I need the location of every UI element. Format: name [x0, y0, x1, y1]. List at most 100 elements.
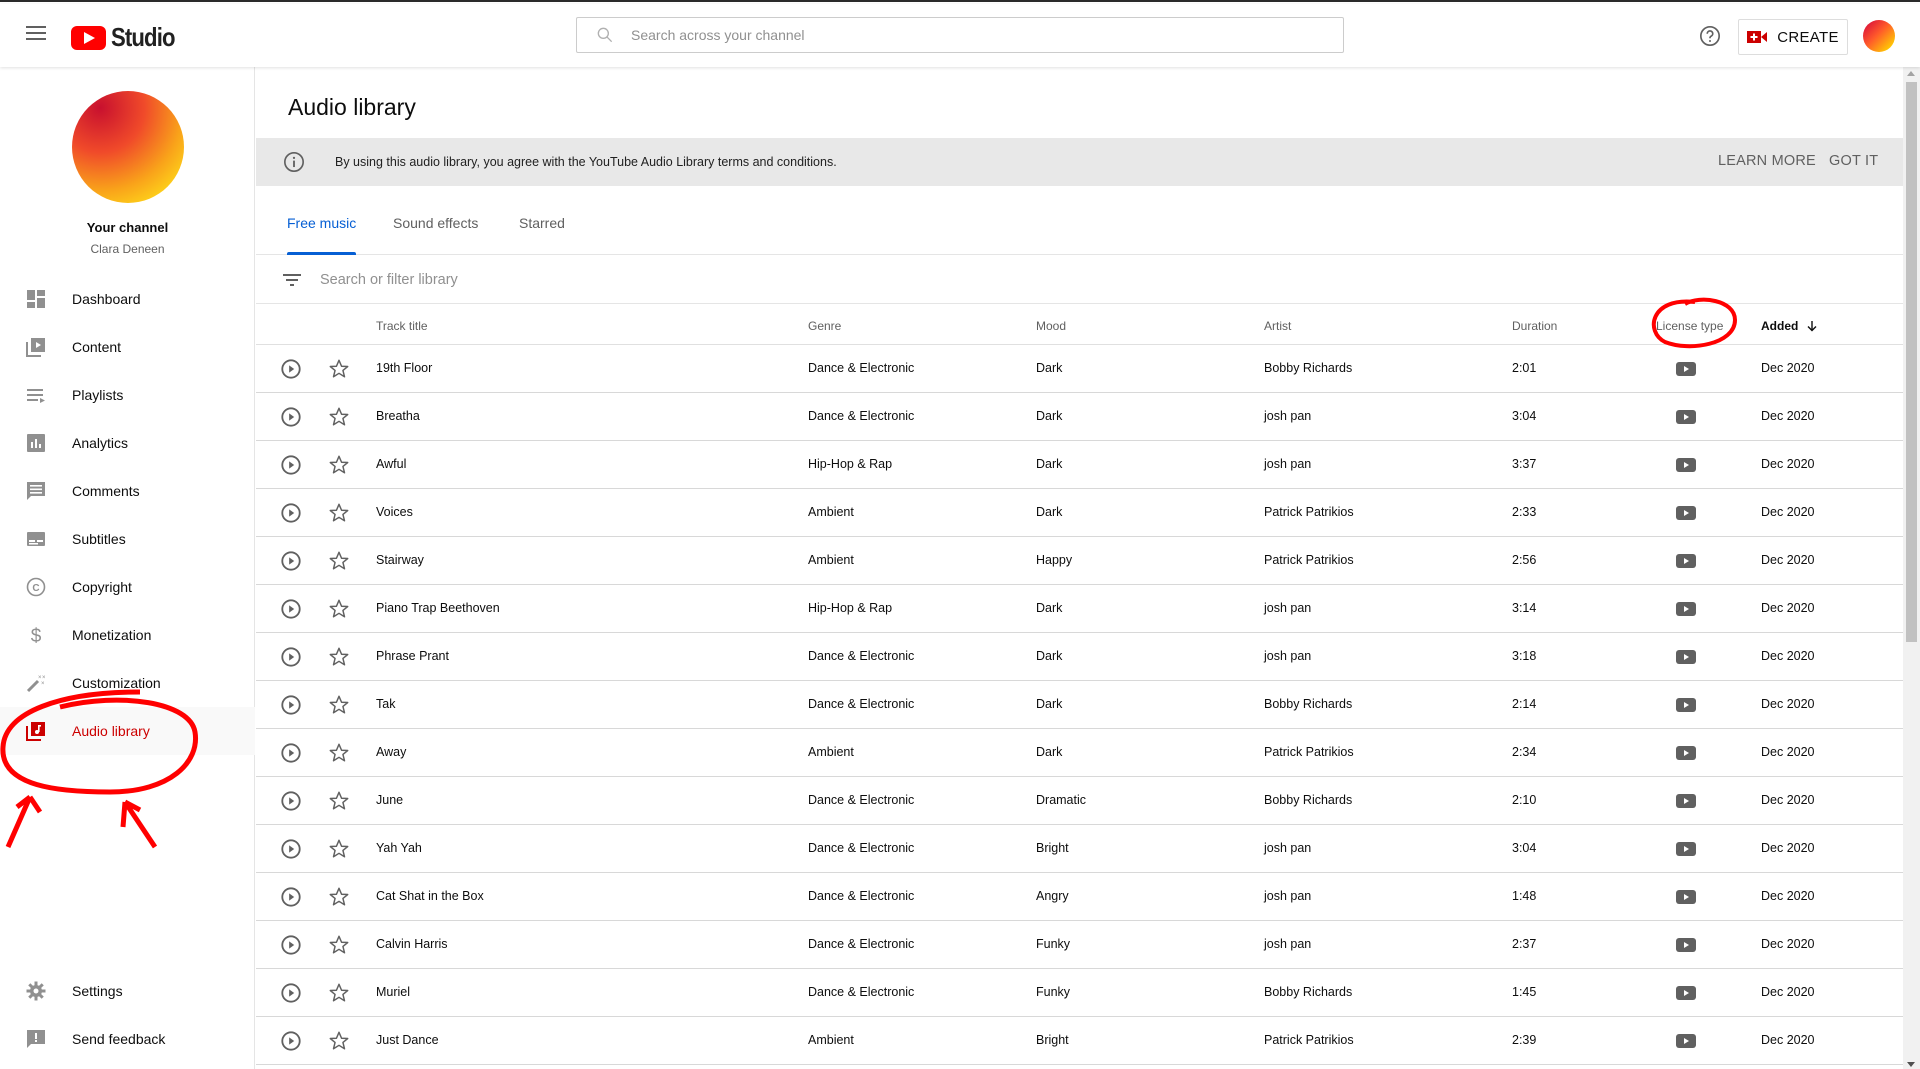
table-row[interactable]: Just Dance Ambient Bright Patrick Patrikios…	[256, 1017, 1903, 1065]
star-icon[interactable]	[328, 886, 350, 908]
license-youtube-icon	[1676, 362, 1696, 376]
sidebar-item-playlists[interactable]: Playlists	[0, 371, 255, 419]
star-icon[interactable]	[328, 838, 350, 860]
track-artist: Patrick Patrikios	[1264, 553, 1354, 567]
table-row[interactable]: Muriel Dance & Electronic Funky Bobby Richa…	[256, 969, 1903, 1017]
star-icon[interactable]	[328, 550, 350, 572]
table-row[interactable]: Away Ambient Dark Patrick Patrikios 2:34 Dec …	[256, 729, 1903, 777]
play-icon[interactable]	[280, 1030, 302, 1052]
star-icon[interactable]	[328, 502, 350, 524]
table-row[interactable]: June Dance & Electronic Dramatic Bobby Rich…	[256, 777, 1903, 825]
copyright-icon: C	[25, 576, 47, 598]
table-row[interactable]: Stairway Ambient Happy Patrick Patrikios 2:5…	[256, 537, 1903, 585]
track-duration: 2:10	[1512, 793, 1537, 807]
svg-text:×: ×	[41, 681, 45, 687]
sidebar-item-dashboard[interactable]: Dashboard	[0, 275, 255, 323]
play-icon[interactable]	[280, 886, 302, 908]
play-icon[interactable]	[280, 838, 302, 860]
menu-icon[interactable]	[26, 26, 46, 42]
sidebar-item-label: Copyright	[72, 579, 132, 595]
sidebar-item-settings[interactable]: Settings	[0, 967, 255, 1015]
sidebar-item-copyright[interactable]: C Copyright	[0, 563, 255, 611]
sidebar-item-comments[interactable]: Comments	[0, 467, 255, 515]
star-icon[interactable]	[328, 406, 350, 428]
star-icon[interactable]	[328, 742, 350, 764]
track-duration: 2:39	[1512, 1033, 1537, 1047]
star-icon[interactable]	[328, 358, 350, 380]
star-icon[interactable]	[328, 454, 350, 476]
track-genre: Ambient	[808, 1033, 854, 1047]
play-icon[interactable]	[280, 694, 302, 716]
track-added: Dec 2020	[1761, 553, 1815, 567]
table-row[interactable]: Tak Dance & Electronic Dark Bobby Richards 2…	[256, 681, 1903, 729]
create-button[interactable]: CREATE	[1738, 19, 1848, 55]
table-row[interactable]: Cat Shat in the Box Dance & Electronic Ang…	[256, 873, 1903, 921]
track-mood: Dark	[1036, 649, 1063, 663]
filter-icon[interactable]	[283, 273, 301, 287]
star-icon[interactable]	[328, 598, 350, 620]
play-icon[interactable]	[280, 646, 302, 668]
scroll-up-arrow-icon[interactable]	[1907, 71, 1915, 76]
tab-sound-effects[interactable]: Sound effects	[393, 215, 478, 255]
track-genre: Dance & Electronic	[808, 649, 915, 663]
sidebar-item-subtitles[interactable]: Subtitles	[0, 515, 255, 563]
track-added: Dec 2020	[1761, 601, 1815, 615]
scroll-down-arrow-icon[interactable]	[1907, 1062, 1915, 1067]
search-input[interactable]	[631, 27, 1311, 43]
play-icon[interactable]	[280, 598, 302, 620]
channel-avatar[interactable]	[72, 91, 184, 203]
star-icon[interactable]	[328, 982, 350, 1004]
license-youtube-icon	[1676, 410, 1696, 424]
column-added[interactable]: Added	[1761, 319, 1818, 333]
play-icon[interactable]	[280, 934, 302, 956]
play-icon[interactable]	[280, 790, 302, 812]
track-duration: 2:33	[1512, 505, 1537, 519]
channel-search[interactable]	[576, 17, 1344, 53]
tab-free-music[interactable]: Free music	[287, 215, 357, 255]
tab-starred[interactable]: Starred	[519, 215, 565, 255]
star-icon[interactable]	[328, 790, 350, 812]
table-row[interactable]: Calvin Harris Dance & Electronic Funky josh…	[256, 921, 1903, 969]
table-row[interactable]: Awful Hip-Hop & Rap Dark josh pan 3:37 Dec 20…	[256, 441, 1903, 489]
sidebar-item-audio-library[interactable]: Audio library	[0, 707, 255, 755]
play-icon[interactable]	[280, 742, 302, 764]
track-artist: Bobby Richards	[1264, 985, 1353, 999]
got-it-button[interactable]: GOT IT	[1829, 153, 1878, 169]
table-row[interactable]: 19th Floor Dance & Electronic Dark Bobby Ri…	[256, 345, 1903, 393]
filter-input[interactable]	[320, 271, 1320, 288]
track-duration: 2:14	[1512, 697, 1537, 711]
play-icon[interactable]	[280, 454, 302, 476]
star-icon[interactable]	[328, 934, 350, 956]
table-row[interactable]: Breatha Dance & Electronic Dark josh pan 3:0…	[256, 393, 1903, 441]
scroll-thumb[interactable]	[1906, 82, 1917, 642]
table-row[interactable]: Phrase Prant Dance & Electronic Dark josh p…	[256, 633, 1903, 681]
track-added: Dec 2020	[1761, 793, 1815, 807]
play-icon[interactable]	[280, 358, 302, 380]
studio-logo[interactable]: Studio	[71, 22, 186, 53]
feedback-icon	[25, 1028, 47, 1050]
play-icon[interactable]	[280, 550, 302, 572]
sidebar-item-monetization[interactable]: $ Monetization	[0, 611, 255, 659]
sidebar-item-content[interactable]: Content	[0, 323, 255, 371]
track-added: Dec 2020	[1761, 1033, 1815, 1047]
table-row[interactable]: Piano Trap Beethoven Hip-Hop & Rap Dark jos…	[256, 585, 1903, 633]
sidebar-item-send-feedback[interactable]: Send feedback	[0, 1015, 255, 1063]
track-artist: Patrick Patrikios	[1264, 1033, 1354, 1047]
table-row[interactable]: Yah Yah Dance & Electronic Bright josh pan 3…	[256, 825, 1903, 873]
account-avatar[interactable]	[1863, 20, 1895, 52]
scrollbar[interactable]	[1903, 67, 1920, 1069]
star-icon[interactable]	[328, 1030, 350, 1052]
star-icon[interactable]	[328, 694, 350, 716]
learn-more-button[interactable]: LEARN MORE	[1718, 153, 1816, 169]
help-circle-icon[interactable]	[1699, 25, 1721, 47]
sidebar-item-analytics[interactable]: Analytics	[0, 419, 255, 467]
track-added: Dec 2020	[1761, 937, 1815, 951]
content-icon	[25, 336, 47, 358]
play-icon[interactable]	[280, 982, 302, 1004]
sidebar-item-customization[interactable]: × × × Customization	[0, 659, 255, 707]
play-icon[interactable]	[280, 502, 302, 524]
star-icon[interactable]	[328, 646, 350, 668]
table-row[interactable]: Voices Ambient Dark Patrick Patrikios 2:33 De…	[256, 489, 1903, 537]
license-youtube-icon	[1676, 890, 1696, 904]
play-icon[interactable]	[280, 406, 302, 428]
